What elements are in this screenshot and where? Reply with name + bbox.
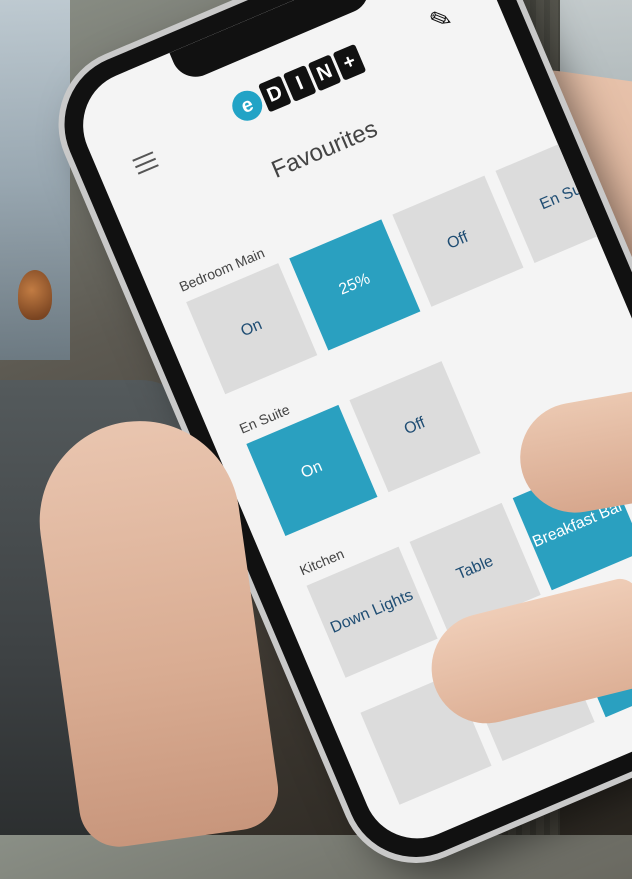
hamburger-menu-icon[interactable]: [132, 151, 159, 175]
pencil-edit-icon[interactable]: ✎: [425, 0, 464, 37]
background-carafe: [18, 270, 52, 320]
